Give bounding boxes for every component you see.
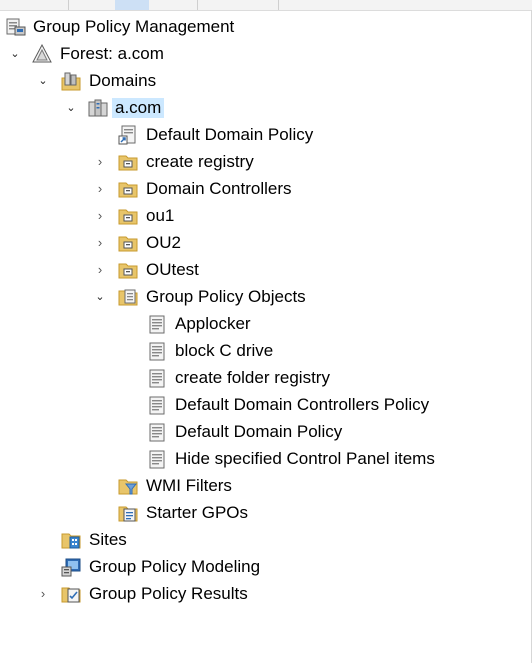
- tree-node-label: Starter GPOs: [146, 503, 249, 522]
- tree-node-gpo-container[interactable]: ⌄ Group Policy Objects: [0, 284, 531, 310]
- tree-node-label: Domains: [89, 71, 157, 90]
- tree-node-ou[interactable]: › Domain Controllers: [0, 176, 531, 202]
- tree-node-results[interactable]: › Group Policy Results: [0, 581, 531, 607]
- chevron-right-icon[interactable]: ›: [93, 208, 107, 224]
- chevron-down-icon[interactable]: ⌄: [64, 100, 78, 116]
- chevron-right-icon[interactable]: ›: [93, 262, 107, 278]
- gpo-link-icon: [118, 125, 138, 145]
- tree-node-root[interactable]: Group Policy Management: [0, 14, 531, 40]
- tree-node-domains[interactable]: ⌄ Domains: [0, 68, 531, 94]
- tree-node-label: ou1: [146, 206, 175, 225]
- tree-node-label: WMI Filters: [146, 476, 232, 495]
- chevron-right-icon[interactable]: ›: [93, 181, 107, 197]
- chevron-right-icon[interactable]: ›: [36, 586, 50, 602]
- gpo-icon: [147, 314, 167, 334]
- chevron-down-icon[interactable]: ⌄: [93, 289, 107, 305]
- domain-icon: [88, 98, 108, 118]
- tree-node-label: Default Domain Controllers Policy: [175, 395, 430, 414]
- chevron-down-icon[interactable]: ⌄: [36, 73, 50, 89]
- tree-node-label: Group Policy Modeling: [89, 557, 261, 576]
- starter-gpo-icon: [118, 503, 138, 523]
- tree-node-label: Sites: [89, 530, 127, 549]
- tree-node-gpo[interactable]: block C drive: [0, 338, 531, 364]
- tree-node-label: Group Policy Objects: [146, 287, 306, 306]
- tree-node-gpo[interactable]: Default Domain Controllers Policy: [0, 392, 531, 418]
- domains-icon: [61, 71, 81, 91]
- tree-node-ou[interactable]: › OUtest: [0, 257, 531, 283]
- tree-node-label: Group Policy Management: [33, 17, 235, 36]
- tree-node-label: create folder registry: [175, 368, 330, 387]
- toolbar-divider: [68, 0, 69, 10]
- tree-node-label: block C drive: [175, 341, 274, 360]
- gpo-icon: [147, 422, 167, 442]
- results-icon: [61, 584, 81, 604]
- tree-node-ou[interactable]: › ou1: [0, 203, 531, 229]
- tree-node-label: Group Policy Results: [89, 584, 248, 603]
- gpo-folder-icon: [118, 287, 138, 307]
- tree-node-starter-gpos[interactable]: Starter GPOs: [0, 500, 531, 526]
- chevron-right-icon[interactable]: ›: [93, 154, 107, 170]
- toolbar-divider: [278, 0, 279, 10]
- tree-node-gpo[interactable]: create folder registry: [0, 365, 531, 391]
- tree-node-gpo-link[interactable]: Default Domain Policy: [0, 122, 531, 148]
- tree-node-label: Domain Controllers: [146, 179, 292, 198]
- tree-node-ou[interactable]: › create registry: [0, 149, 531, 175]
- gpo-icon: [147, 395, 167, 415]
- ou-icon: [118, 206, 138, 226]
- tree-node-label: Default Domain Policy: [175, 422, 343, 441]
- ou-icon: [118, 233, 138, 253]
- top-toolbar-strip: [0, 0, 532, 11]
- wmi-filter-icon: [118, 476, 138, 496]
- tree-node-ou[interactable]: › OU2: [0, 230, 531, 256]
- tree-node-label: a.com: [112, 98, 165, 118]
- ou-icon: [118, 260, 138, 280]
- ou-icon: [118, 152, 138, 172]
- tree-node-gpo[interactable]: Default Domain Policy: [0, 419, 531, 445]
- modeling-icon: [61, 557, 81, 577]
- tree-node-modeling[interactable]: Group Policy Modeling: [0, 554, 531, 580]
- tree-node-label: OUtest: [146, 260, 199, 279]
- tree-node-gpo[interactable]: Hide specified Control Panel items: [0, 446, 531, 472]
- toolbar-active-tab[interactable]: [115, 0, 149, 10]
- toolbar-divider: [197, 0, 198, 10]
- tree-node-label: create registry: [146, 152, 254, 171]
- tree-node-sites[interactable]: Sites: [0, 527, 531, 553]
- tree-node-label: OU2: [146, 233, 181, 252]
- gpo-icon: [147, 341, 167, 361]
- chevron-right-icon[interactable]: ›: [93, 235, 107, 251]
- tree-node-label: Forest: a.com: [60, 44, 164, 63]
- chevron-down-icon[interactable]: ⌄: [8, 46, 22, 62]
- gpo-icon: [147, 368, 167, 388]
- gpm-console-icon: [6, 17, 26, 37]
- tree-node-domain[interactable]: ⌄ a.com: [0, 95, 531, 121]
- tree-node-forest[interactable]: ⌄ Forest: a.com: [0, 41, 531, 67]
- ou-icon: [118, 179, 138, 199]
- tree-node-gpo[interactable]: Applocker: [0, 311, 531, 337]
- sites-icon: [61, 530, 81, 550]
- forest-icon: [32, 43, 52, 64]
- tree-node-label: Default Domain Policy: [146, 125, 314, 144]
- tree-node-wmi-filters[interactable]: WMI Filters: [0, 473, 531, 499]
- gpo-icon: [147, 449, 167, 469]
- tree-node-label: Hide specified Control Panel items: [175, 449, 435, 468]
- tree-node-label: Applocker: [175, 314, 251, 333]
